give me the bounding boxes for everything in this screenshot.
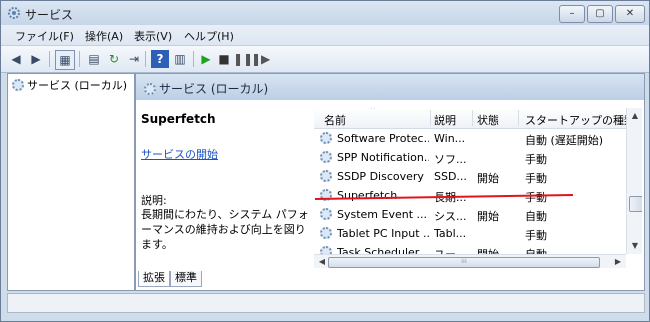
column-description[interactable]: 説明: [434, 112, 456, 128]
show-hide-icon[interactable]: ▥: [171, 50, 189, 68]
title-bar[interactable]: サービス – ▢ ✕: [1, 1, 649, 25]
detail-header-title: サービス (ローカル): [159, 82, 269, 96]
back-icon[interactable]: ◀: [7, 50, 25, 68]
table-row[interactable]: Software Protec... Win... 自動 (遅延開始): [314, 129, 626, 148]
gear-icon: [320, 151, 335, 164]
gear-icon: [320, 132, 335, 145]
menu-view[interactable]: 表示(V): [134, 28, 172, 44]
export-icon[interactable]: ⇥: [125, 50, 143, 68]
table-row[interactable]: System Event ... シス... 開始 自動: [314, 205, 626, 224]
description-label: 説明:: [141, 194, 167, 207]
table-row[interactable]: Tablet PC Input ... Tabl... 手動: [314, 224, 626, 243]
column-name[interactable]: 名前: [324, 112, 346, 128]
scroll-left-icon[interactable]: ◀: [315, 255, 329, 268]
maximize-button[interactable]: ▢: [587, 5, 613, 23]
detail-pane: サービス (ローカル) Superfetch サービスの開始 説明: 長期間にわ…: [135, 73, 645, 291]
vertical-scroll-thumb[interactable]: [629, 196, 642, 212]
table-row[interactable]: SSDP Discovery SSD... 開始 手動: [314, 167, 626, 186]
console-tree-icon[interactable]: ▦: [55, 50, 75, 70]
extended-info-panel: Superfetch サービスの開始 説明: 長期間にわたり、システム パフォー…: [136, 100, 314, 270]
help-icon[interactable]: ?: [151, 50, 169, 68]
refresh-icon[interactable]: ↻: [105, 50, 123, 68]
scroll-down-icon[interactable]: ▼: [628, 239, 642, 253]
column-startup-type[interactable]: スタートアップの種類: [525, 112, 635, 128]
services-app-icon: [7, 6, 21, 20]
gear-icon: [320, 189, 335, 202]
status-bar: [7, 293, 645, 313]
tab-standard[interactable]: 標準: [170, 271, 202, 287]
list-header: ⌃ 名前 説明 状態 スタートアップの種類: [314, 108, 635, 129]
menu-file[interactable]: ファイル(F): [15, 28, 74, 44]
gear-icon: [320, 170, 335, 183]
properties-icon[interactable]: ▤: [85, 50, 103, 68]
table-row[interactable]: SPP Notification... ソフ... 手動: [314, 148, 626, 167]
menu-bar: ファイル(F) 操作(A) 表示(V) ヘルプ(H): [1, 25, 649, 45]
gear-icon: [320, 227, 335, 240]
scroll-up-icon[interactable]: ▲: [628, 109, 642, 123]
column-status[interactable]: 状態: [477, 112, 499, 128]
start-service-link[interactable]: サービスの開始: [141, 146, 218, 162]
menu-action[interactable]: 操作(A): [85, 28, 123, 44]
gear-icon: [144, 83, 156, 95]
scroll-right-icon[interactable]: ▶: [611, 255, 625, 268]
window-title: サービス: [25, 8, 74, 22]
sort-ascending-icon: ⌃: [369, 108, 377, 116]
tab-extended[interactable]: 拡張: [138, 271, 170, 287]
menu-help[interactable]: ヘルプ(H): [184, 28, 234, 44]
play-icon[interactable]: ▶: [197, 50, 215, 68]
minimize-button[interactable]: –: [559, 5, 585, 23]
description-text: 長期間にわたり、システム パフォーマンスの維持および向上を図ります。: [141, 208, 309, 251]
console-tree: サービス (ローカル): [7, 73, 135, 291]
horizontal-scrollbar[interactable]: ◀ ⁞⁞⁞ ▶: [314, 254, 626, 268]
horizontal-scroll-thumb[interactable]: ⁞⁞⁞: [328, 257, 600, 268]
gear-icon: [320, 208, 335, 221]
tree-item-services-local[interactable]: サービス (ローカル): [12, 77, 127, 93]
services-window: サービス – ▢ ✕ ファイル(F) 操作(A) 表示(V) ヘルプ(H) ◀ …: [0, 0, 650, 322]
restart-icon[interactable]: ❚▶: [251, 50, 270, 68]
forward-icon[interactable]: ▶: [27, 50, 45, 68]
vertical-scrollbar[interactable]: ▲ ▼: [626, 108, 642, 254]
view-tabs: 拡張 標準: [136, 271, 644, 290]
gear-icon: [12, 79, 24, 91]
stop-icon[interactable]: ■: [215, 50, 233, 68]
close-button[interactable]: ✕: [615, 5, 645, 23]
toolbar: ◀ ▶ ▦ ▤ ↻ ⇥ ? ▥ ▶ ■ ❚❚ ❚▶: [1, 45, 649, 73]
detail-header: サービス (ローカル): [136, 74, 644, 100]
pause-icon[interactable]: ❚❚: [233, 50, 253, 68]
service-name: Superfetch: [141, 112, 216, 126]
services-list: ⌃ 名前 説明 状態 スタートアップの種類 Software Protec...…: [314, 108, 642, 268]
